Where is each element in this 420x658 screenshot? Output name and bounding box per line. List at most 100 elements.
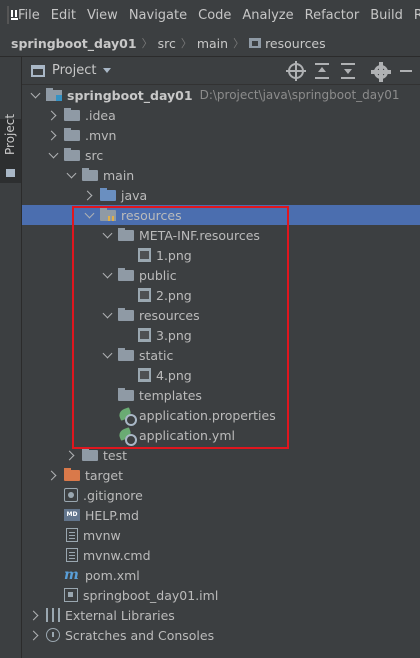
breadcrumb: springboot_day01 〉 src 〉 main 〉 resource… [0,30,420,57]
minimize-icon[interactable] [398,63,414,79]
tree-row-static[interactable]: static [22,345,420,365]
chevron-right-icon[interactable] [82,185,96,205]
tree-item-label: springboot_day01.iml [83,587,219,603]
chevron-down-icon[interactable] [100,345,114,365]
tree-row-target[interactable]: target [22,465,420,485]
chevron-right-icon: 〉 [180,37,192,50]
text-file-icon [66,528,78,542]
tree-item-label: .idea [85,107,116,123]
menu-refactor[interactable]: Refactor [305,8,360,23]
tree-item-label: public [139,267,177,283]
tree-row-3-png[interactable]: 3.png [22,325,420,345]
tree-item-label: templates [139,387,202,403]
tree-item-label: 4.png [156,367,192,383]
menu-build[interactable]: Build [370,8,403,23]
breadcrumb-resources[interactable]: resources [265,36,326,51]
tree-row-resources-selected[interactable]: resources [22,205,420,225]
expand-all-icon[interactable] [314,63,330,79]
chevron-down-icon[interactable] [100,265,114,285]
tree-item-label: resources [121,207,182,223]
breadcrumb-main[interactable]: main [197,36,228,51]
folder-icon [118,348,134,361]
markdown-file-icon: MD [64,509,80,521]
tree-item-label: main [103,167,135,183]
tree-row-mvnw-cmd[interactable]: mvnw.cmd [22,545,420,565]
tree-row-meta-inf-resources[interactable]: META-INF.resources [22,225,420,245]
collapse-all-icon[interactable] [340,63,356,79]
tree-row-4-png[interactable]: 4.png [22,365,420,385]
tree-row-public[interactable]: public [22,265,420,285]
source-folder-icon [100,188,116,201]
menu-view[interactable]: View [87,8,118,23]
tree-item-label: 2.png [156,287,192,303]
folder-icon [118,268,134,281]
tree-row-help-md[interactable]: MD HELP.md [22,505,420,525]
scratches-icon [46,628,60,642]
tree-row-1-png[interactable]: 1.png [22,245,420,265]
tree-row-templates[interactable]: templates [22,385,420,405]
tree-item-label: test [103,447,128,463]
image-file-icon [138,328,151,342]
folder-icon [118,388,134,401]
tree-row-mvn[interactable]: .mvn [22,125,420,145]
chevron-down-icon[interactable] [100,305,114,325]
chevron-right-icon[interactable] [28,605,42,625]
tree-item-label: 1.png [156,247,192,263]
menu-analyze[interactable]: Analyze [242,8,293,23]
menu-file[interactable]: File [18,8,40,23]
tree-row-gitignore[interactable]: .gitignore [22,485,420,505]
folder-icon [82,168,98,181]
breadcrumb-project[interactable]: springboot_day01 [11,36,137,51]
chevron-right-icon[interactable] [46,125,60,145]
tree-row-resources-sub[interactable]: resources [22,305,420,325]
menu-navigate[interactable]: Navigate [129,8,187,23]
folder-icon [64,148,80,161]
breadcrumb-src[interactable]: src [158,36,176,51]
tree-item-label: application.properties [139,407,276,423]
chevron-down-icon[interactable] [103,68,112,73]
tree-row-mvnw[interactable]: mvnw [22,525,420,545]
chevron-right-icon[interactable] [28,625,42,645]
tree-row-java[interactable]: java [22,185,420,205]
folder-icon [64,128,80,141]
tree-row-external-libraries[interactable]: External Libraries [22,605,420,625]
tree-row-iml[interactable]: springboot_day01.iml [22,585,420,605]
chevron-right-icon: 〉 [141,37,153,50]
tree-item-label: resources [139,307,200,323]
chevron-down-icon[interactable] [46,145,60,165]
select-opened-file-icon[interactable] [286,61,306,81]
tree-row-main[interactable]: main [22,165,420,185]
tree-row-idea[interactable]: .idea [22,105,420,125]
tree-row-scratches[interactable]: Scratches and Consoles [22,625,420,645]
project-tool-tab-label[interactable]: Project [3,114,17,155]
excluded-folder-icon [64,468,80,481]
chevron-down-icon[interactable] [100,225,114,245]
image-file-icon [138,368,151,382]
image-file-icon [138,288,151,302]
tree-item-label: .gitignore [83,487,143,503]
tree-item-label: 3.png [156,327,192,343]
resources-folder-icon [249,38,262,48]
menu-run[interactable]: R [414,8,420,23]
tree-row-2-png[interactable]: 2.png [22,285,420,305]
tree-row-test[interactable]: test [22,445,420,465]
menu-edit[interactable]: Edit [51,8,76,23]
menu-code[interactable]: Code [198,8,231,23]
libraries-icon [46,608,60,622]
project-view-selector[interactable]: Project [52,63,96,78]
chevron-down-icon[interactable] [64,165,78,185]
tree-row-application-yml[interactable]: application.yml [22,425,420,446]
tree-row-project-root[interactable]: springboot_day01 D:\project\java\springb… [22,85,420,105]
gear-icon[interactable] [371,61,391,82]
tree-row-src[interactable]: src [22,145,420,165]
tree-row-pom-xml[interactable]: m pom.xml [22,565,420,585]
chevron-right-icon[interactable] [46,105,60,125]
chevron-right-icon[interactable] [46,465,60,485]
tree-item-label: java [121,187,148,203]
chevron-right-icon: 〉 [233,37,245,50]
chevron-down-icon[interactable] [28,85,42,105]
chevron-down-icon[interactable] [82,205,96,225]
project-path: D:\project\java\springboot_day01 [199,88,400,102]
chevron-right-icon[interactable] [64,445,78,465]
tree-row-application-properties[interactable]: application.properties [22,405,420,426]
